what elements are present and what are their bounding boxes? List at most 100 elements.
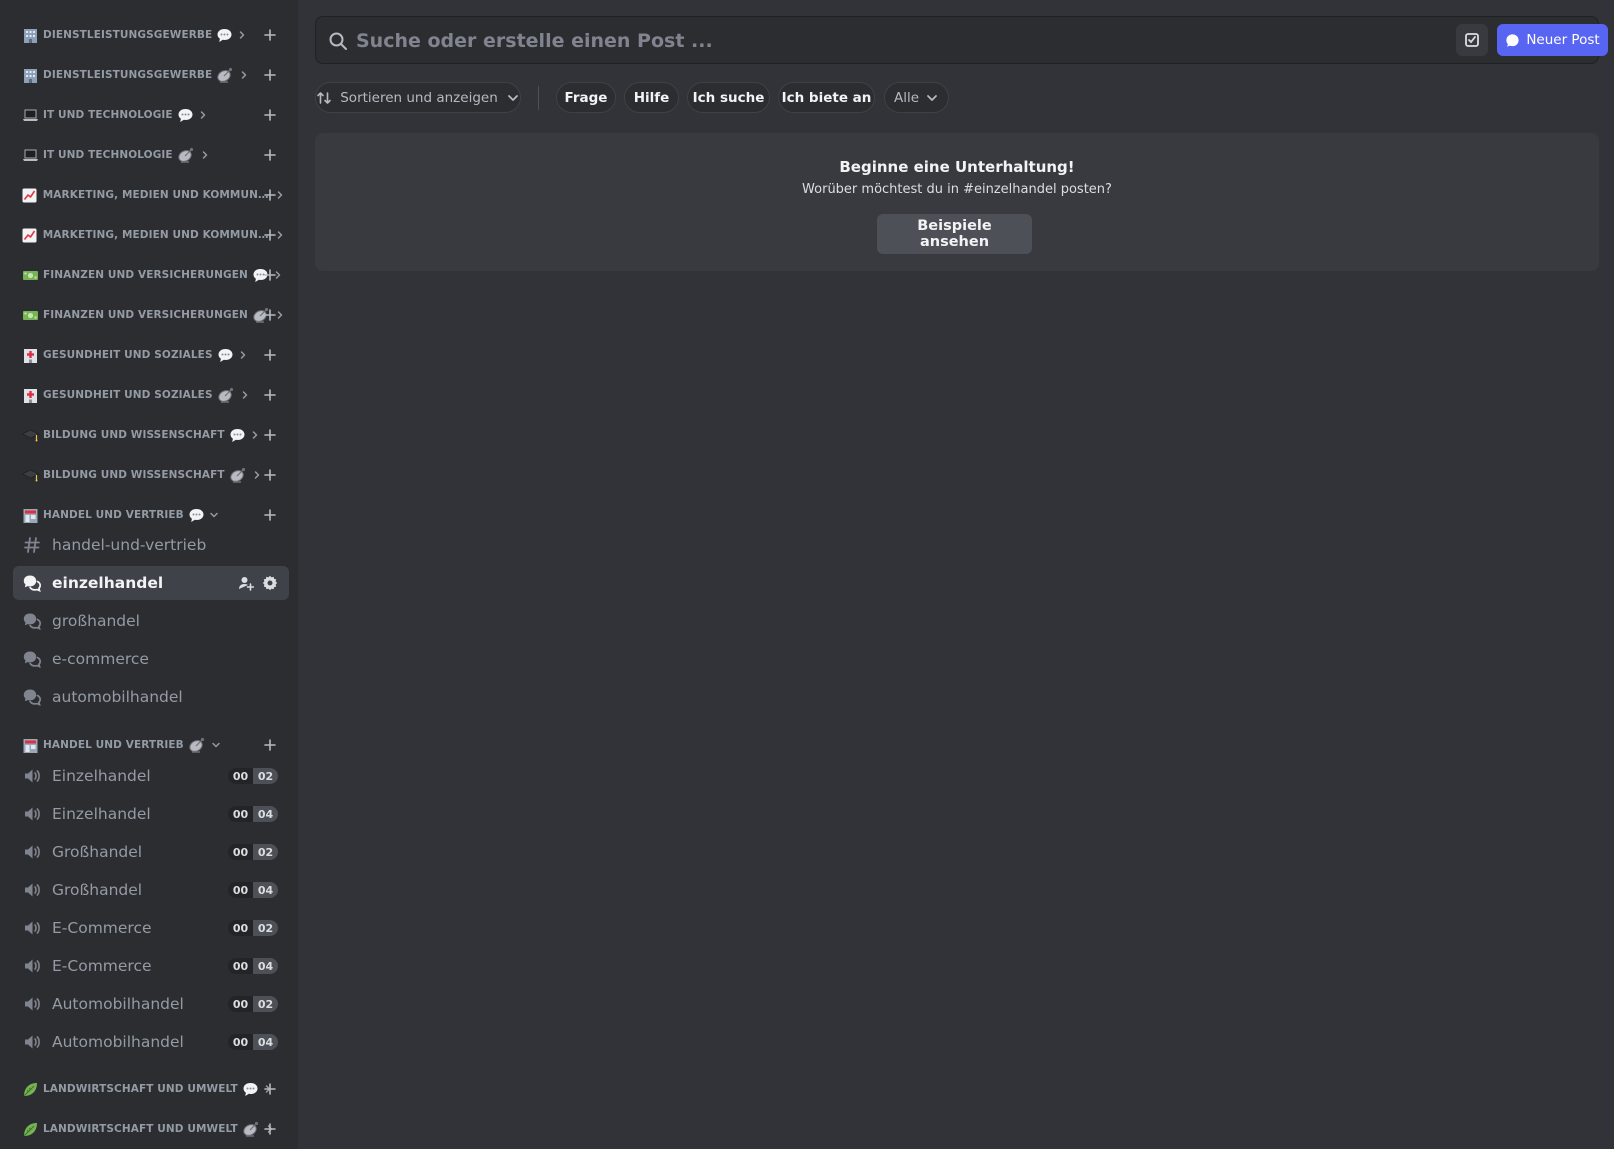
category-name: Bildung und Wissenschaft (43, 429, 225, 441)
create-channel-plus-icon[interactable] (261, 1080, 279, 1098)
chart-up-icon (21, 226, 39, 244)
category-name: IT und Technologie (43, 149, 173, 161)
create-channel-plus-icon[interactable] (261, 66, 279, 84)
satellite-icon (216, 67, 235, 84)
channel-item[interactable]: handel-und-vertrieb (13, 528, 289, 562)
category-header[interactable]: Gesundheit und Soziales (21, 343, 285, 367)
category-name: Landwirtschaft und Umwelt (43, 1123, 238, 1135)
channel-item[interactable]: automobilhandel (13, 680, 289, 714)
channel-item-active[interactable]: einzelhandel (13, 566, 289, 600)
tag-label: Ich suche (692, 89, 765, 106)
new-post-button[interactable]: Neuer Post (1497, 24, 1608, 56)
tag-filter-pill[interactable]: Frage (556, 82, 616, 113)
create-channel-plus-icon[interactable] (261, 26, 279, 44)
channel-item[interactable]: Automobilhandel 00 04 (13, 1025, 289, 1059)
chevron-down-icon (211, 740, 221, 750)
create-channel-plus-icon[interactable] (261, 266, 279, 284)
speaker-icon (22, 1032, 42, 1052)
chevron-right-icon (200, 150, 210, 160)
tag-label: Frage (564, 89, 608, 106)
channel-item[interactable]: E-Commerce 00 02 (13, 911, 289, 945)
chevron-down-icon (209, 510, 219, 520)
filter-divider (538, 86, 539, 110)
chevron-down-icon (506, 91, 520, 105)
category-header[interactable]: Marketing, Medien und Kommuni... (21, 223, 285, 247)
satellite-icon (242, 1121, 261, 1138)
channel-item[interactable]: Einzelhandel 00 04 (13, 797, 289, 831)
channel-item[interactable]: E-Commerce 00 04 (13, 949, 289, 983)
channel-item[interactable]: Großhandel 00 02 (13, 835, 289, 869)
create-channel-plus-icon[interactable] (261, 506, 279, 524)
tag-label: Ich biete an (781, 89, 872, 106)
channel-name: großhandel (52, 612, 140, 630)
category-header[interactable]: Gesundheit und Soziales (21, 383, 285, 407)
category-header[interactable]: Dienstleistungsgewerbe (21, 63, 285, 87)
category-header[interactable]: Handel und Vertrieb (21, 733, 285, 757)
category-header[interactable]: Finanzen und Versicherungen (21, 303, 285, 327)
category-header[interactable]: Landwirtschaft und Umwelt (21, 1077, 285, 1101)
laptop-icon (21, 106, 39, 124)
create-channel-plus-icon[interactable] (261, 346, 279, 364)
speech-bubble-icon (242, 1081, 259, 1098)
create-channel-plus-icon[interactable] (261, 426, 279, 444)
create-channel-plus-icon[interactable] (261, 1120, 279, 1138)
create-channel-plus-icon[interactable] (261, 226, 279, 244)
category-header[interactable]: Dienstleistungsgewerbe (21, 23, 285, 47)
search-input[interactable] (354, 25, 1398, 57)
checklist-icon (1464, 32, 1480, 48)
speech-bubble-icon (216, 27, 233, 44)
channel-item[interactable]: Automobilhandel 00 02 (13, 987, 289, 1021)
category-header[interactable]: Finanzen und Versicherungen (21, 263, 285, 287)
category-header[interactable]: Landwirtschaft und Umwelt (21, 1117, 285, 1141)
chevron-down-icon (925, 91, 939, 105)
tags-filter-button[interactable] (1456, 24, 1488, 56)
leaf-icon (21, 1080, 39, 1098)
speaker-icon (22, 766, 42, 786)
tag-filter-all-dropdown[interactable]: Alle (884, 82, 949, 113)
add-member-icon[interactable] (237, 574, 255, 592)
sort-and-view-button[interactable]: Sortieren und anzeigen (315, 82, 521, 113)
laptop-icon (21, 146, 39, 164)
category-header[interactable]: IT und Technologie (21, 103, 285, 127)
voice-user-limit: 04 (253, 882, 278, 898)
channel-name: handel-und-vertrieb (52, 536, 207, 554)
forum-icon (22, 573, 42, 593)
office-building-icon (21, 26, 39, 44)
create-channel-plus-icon[interactable] (261, 306, 279, 324)
channel-name: einzelhandel (52, 574, 164, 592)
graduation-cap-icon (21, 426, 39, 444)
category-header[interactable]: IT und Technologie (21, 143, 285, 167)
create-channel-plus-icon[interactable] (261, 186, 279, 204)
channel-name: Einzelhandel (52, 767, 151, 785)
category-name: Marketing, Medien und Kommuni... (42, 229, 271, 241)
money-icon (21, 306, 39, 324)
voice-user-limit-badge: 00 04 (228, 1034, 278, 1050)
gear-icon[interactable] (261, 574, 279, 592)
chevron-right-icon (238, 350, 248, 360)
voice-user-limit: 02 (253, 844, 278, 860)
forum-icon (22, 687, 42, 707)
create-channel-plus-icon[interactable] (261, 386, 279, 404)
channel-item[interactable]: Einzelhandel 00 02 (13, 759, 289, 793)
category-header[interactable]: Bildung und Wissenschaft (21, 463, 285, 487)
channel-item[interactable]: Großhandel 00 04 (13, 873, 289, 907)
tag-filter-pill[interactable]: Ich suche (687, 82, 770, 113)
create-channel-plus-icon[interactable] (261, 146, 279, 164)
view-examples-button[interactable]: Beispiele ansehen (877, 214, 1032, 254)
category-name: Gesundheit und Soziales (43, 389, 213, 401)
voice-user-limit: 04 (253, 958, 278, 974)
tag-filter-pill[interactable]: Ich biete an (778, 82, 875, 113)
channel-item[interactable]: e-commerce (13, 642, 289, 676)
empty-state-card: Beginne eine Unterhaltung! Worüber möcht… (315, 133, 1599, 271)
channel-name: Großhandel (52, 843, 143, 861)
tag-filter-pill[interactable]: Hilfe (624, 82, 679, 113)
channel-item[interactable]: großhandel (13, 604, 289, 638)
channel-name: Automobilhandel (52, 995, 184, 1013)
hashtag-icon (22, 535, 42, 555)
create-channel-plus-icon[interactable] (261, 466, 279, 484)
category-header[interactable]: Bildung und Wissenschaft (21, 423, 285, 447)
category-header[interactable]: Handel und Vertrieb (21, 503, 285, 527)
category-header[interactable]: Marketing, Medien und Kommuni... (21, 183, 285, 207)
create-channel-plus-icon[interactable] (261, 736, 279, 754)
create-channel-plus-icon[interactable] (261, 106, 279, 124)
